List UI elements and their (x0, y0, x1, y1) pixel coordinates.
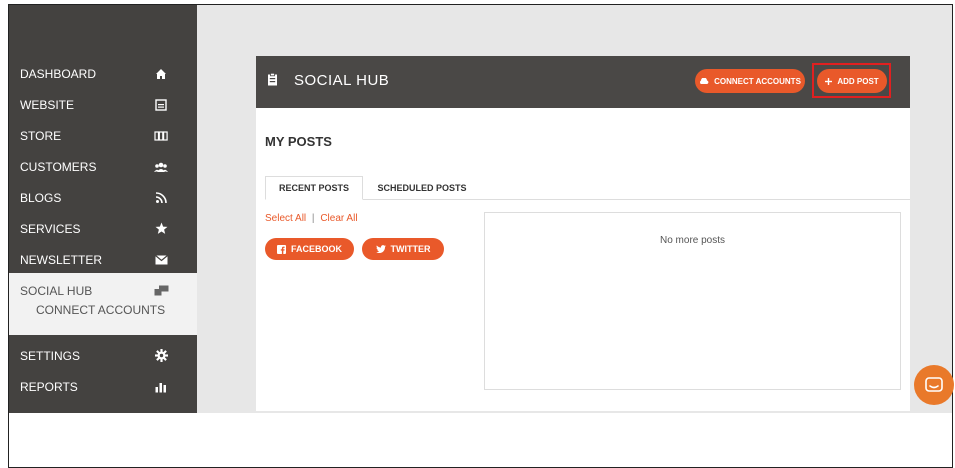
sidebar-item-label: BLOGS (20, 190, 62, 205)
select-all-link[interactable]: Select All (265, 213, 306, 224)
sidebar-item-reports[interactable]: REPORTS (9, 371, 197, 402)
envelope-icon (153, 252, 169, 268)
clipboard-icon (267, 72, 278, 91)
my-posts-heading: MY POSTS (265, 134, 332, 149)
sidebar-item-label: CUSTOMERS (20, 159, 97, 174)
chat-launcher-button[interactable] (914, 365, 954, 405)
sidebar-item-store[interactable]: STORE (9, 120, 197, 151)
bar-chart-icon (153, 379, 169, 395)
gear-icon (153, 348, 169, 364)
store-icon (153, 128, 169, 144)
sidebar-item-blogs[interactable]: BLOGS (9, 182, 197, 213)
sidebar-item-settings[interactable]: SETTINGS (9, 340, 197, 371)
connect-accounts-button[interactable]: CONNECT ACCOUNTS (695, 69, 805, 93)
home-icon (153, 66, 169, 82)
tab-scheduled-posts[interactable]: SCHEDULED POSTS (370, 176, 474, 200)
connect-accounts-label: CONNECT ACCOUNTS (714, 76, 801, 86)
clear-all-link[interactable]: Clear All (320, 213, 357, 224)
star-icon (153, 221, 169, 237)
facebook-button[interactable]: FACEBOOK (265, 238, 354, 260)
sidebar-item-label: STORE (20, 128, 62, 143)
selection-controls: Select All | Clear All (265, 213, 358, 224)
sidebar-item-label: WEBSITE (20, 97, 75, 112)
facebook-label: FACEBOOK (290, 244, 342, 254)
tab-recent-posts[interactable]: RECENT POSTS (265, 176, 363, 200)
add-post-highlight-box (812, 63, 891, 98)
sidebar: DASHBOARD WEBSITE STORE CUSTOMERS BLOGS … (9, 5, 197, 413)
sidebar-item-customers[interactable]: CUSTOMERS (9, 151, 197, 182)
cloud-icon (699, 78, 709, 84)
customers-icon (153, 159, 169, 175)
sidebar-item-label: SERVICES (20, 221, 81, 236)
sidebar-item-dashboard[interactable]: DASHBOARD (9, 58, 197, 89)
page-title: SOCIAL HUB (294, 72, 390, 89)
sidebar-item-label: REPORTS (20, 379, 78, 394)
posts-list: No more posts (484, 212, 901, 390)
sidebar-item-label: SOCIAL HUB (20, 283, 93, 298)
sidebar-subitem-connect-accounts[interactable]: CONNECT ACCOUNTS (36, 303, 165, 317)
website-icon (153, 97, 169, 113)
facebook-icon (276, 244, 286, 254)
chat-icon (925, 377, 943, 393)
rss-icon (153, 190, 169, 206)
sidebar-item-services[interactable]: SERVICES (9, 213, 197, 244)
twitter-icon (375, 245, 386, 253)
sidebar-item-label: SETTINGS (20, 348, 81, 363)
empty-state-message: No more posts (659, 235, 726, 246)
sidebar-item-website[interactable]: WEBSITE (9, 89, 197, 120)
sidebar-item-newsletter[interactable]: NEWSLETTER (9, 244, 197, 275)
sidebar-item-social-hub[interactable]: SOCIAL HUB (9, 275, 197, 306)
separator: | (311, 213, 315, 224)
twitter-label: TWITTER (390, 244, 431, 254)
sidebar-item-label: DASHBOARD (20, 66, 97, 81)
sidebar-item-label: NEWSLETTER (20, 252, 103, 267)
social-hub-icon (153, 283, 169, 299)
twitter-button[interactable]: TWITTER (362, 238, 444, 260)
